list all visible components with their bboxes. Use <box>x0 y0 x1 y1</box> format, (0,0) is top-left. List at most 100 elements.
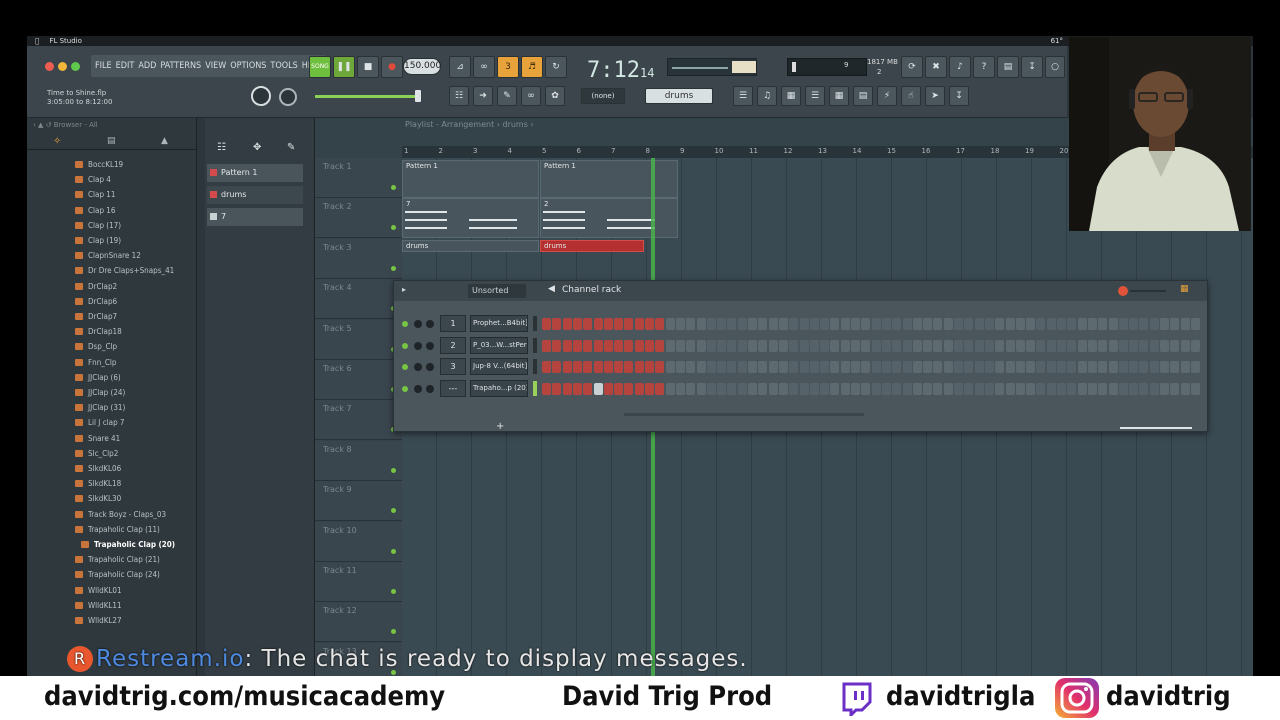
step-button[interactable] <box>727 318 737 330</box>
step-button[interactable] <box>902 382 912 395</box>
channel-select-indicator[interactable] <box>533 359 537 374</box>
channel-rack-resize-bar[interactable] <box>1120 427 1192 429</box>
step-button[interactable] <box>1036 382 1046 395</box>
step-button[interactable] <box>562 339 572 352</box>
step-button[interactable] <box>789 361 799 373</box>
step-button[interactable] <box>1170 382 1180 395</box>
step-button[interactable] <box>768 361 778 373</box>
step-button[interactable] <box>748 339 757 352</box>
channel-select-indicator[interactable] <box>533 380 537 396</box>
step-button[interactable] <box>1180 382 1190 395</box>
step-button[interactable] <box>1108 382 1118 395</box>
step-button[interactable] <box>799 318 809 330</box>
clip-pattern1[interactable]: Pattern 1 <box>402 160 539 198</box>
step-button[interactable] <box>686 318 696 330</box>
pause-button[interactable]: ❚❚ <box>333 56 355 78</box>
browser-item[interactable]: DrClap18 <box>75 327 122 337</box>
step-button[interactable] <box>1108 361 1118 373</box>
step-button[interactable] <box>1057 318 1066 330</box>
channel-volume-knob[interactable] <box>426 363 434 371</box>
step-button[interactable] <box>593 382 603 395</box>
minimize-window-button[interactable] <box>58 62 67 71</box>
step-button[interactable] <box>1118 382 1128 395</box>
channel-pan-knob[interactable] <box>414 363 422 371</box>
piano-roll-icon[interactable]: ☷ <box>449 86 469 106</box>
step-button[interactable] <box>1139 318 1149 330</box>
step-button[interactable] <box>593 361 603 373</box>
step-button[interactable] <box>943 382 953 395</box>
step-button[interactable] <box>964 382 974 395</box>
step-button[interactable] <box>1057 382 1066 395</box>
mixer-icon[interactable]: ☰ <box>805 86 825 106</box>
clip-7[interactable]: 7 <box>402 198 539 238</box>
step-button[interactable] <box>542 318 551 330</box>
tools-icon[interactable]: ✖ <box>925 56 947 78</box>
channel-rack-menu-icon[interactable]: ▸ <box>402 285 406 294</box>
step-button[interactable] <box>1087 361 1097 373</box>
step-button[interactable] <box>984 339 994 352</box>
channel-select-indicator[interactable] <box>533 316 537 331</box>
master-volume-knob[interactable] <box>251 86 271 106</box>
step-button[interactable] <box>851 361 860 373</box>
step-button[interactable] <box>778 339 788 352</box>
browser-item[interactable]: Snare 41 <box>75 434 120 444</box>
track-header[interactable]: Track 9 <box>315 481 402 522</box>
step-button[interactable] <box>675 318 685 330</box>
browser-item[interactable]: WlldKL11 <box>75 601 122 611</box>
step-button[interactable] <box>1067 318 1077 330</box>
snap-icon[interactable]: ✿ <box>545 86 565 106</box>
online-news-icon[interactable]: ⟳ <box>901 56 923 78</box>
step-button[interactable] <box>603 361 613 373</box>
step-button[interactable] <box>954 339 963 352</box>
track-header[interactable]: Track 4 <box>315 279 402 320</box>
step-button[interactable] <box>1098 382 1108 395</box>
step-button[interactable] <box>1046 318 1056 330</box>
step-button[interactable] <box>614 339 624 352</box>
channel-volume-knob[interactable] <box>426 320 434 328</box>
master-pitch-knob[interactable] <box>279 88 297 106</box>
step-button[interactable] <box>954 318 963 330</box>
step-button[interactable] <box>717 361 727 373</box>
step-button[interactable] <box>624 382 634 395</box>
step-button[interactable] <box>1046 361 1056 373</box>
step-button[interactable] <box>748 361 757 373</box>
countdown-button[interactable]: 3 <box>497 56 519 78</box>
step-button[interactable] <box>665 361 675 373</box>
browser-item[interactable]: Clap 4 <box>75 175 111 185</box>
step-button[interactable] <box>768 382 778 395</box>
step-button[interactable] <box>923 339 933 352</box>
step-button[interactable] <box>727 339 737 352</box>
step-button[interactable] <box>655 318 665 330</box>
step-button[interactable] <box>614 382 624 395</box>
graph-editor-icon[interactable]: ▦ <box>1180 284 1189 294</box>
step-button[interactable] <box>1036 361 1046 373</box>
step-button[interactable] <box>1129 382 1139 395</box>
step-button[interactable] <box>583 361 593 373</box>
track-header[interactable]: Track 5 <box>315 319 402 360</box>
step-button[interactable] <box>768 339 778 352</box>
playlist-icon[interactable]: ☰ <box>733 86 753 106</box>
channel-mute-led[interactable] <box>402 321 408 327</box>
channel-mixer-track[interactable]: 2 <box>440 336 466 354</box>
step-button[interactable] <box>995 361 1005 373</box>
track-mute-led[interactable] <box>391 467 396 473</box>
step-button[interactable] <box>820 361 830 373</box>
step-button[interactable] <box>624 361 634 373</box>
step-button[interactable] <box>634 361 644 373</box>
step-button[interactable] <box>984 361 994 373</box>
browser-speaker-icon[interactable]: ▲ <box>161 136 168 146</box>
browser-item[interactable]: Trapaholic Clap (20) <box>81 540 175 550</box>
close-window-button[interactable] <box>45 62 54 71</box>
master-level-handle[interactable] <box>415 90 421 102</box>
step-button[interactable] <box>583 318 593 330</box>
browser-item[interactable]: DrClap6 <box>75 297 117 307</box>
step-button[interactable] <box>1098 339 1108 352</box>
brush-icon[interactable]: ✎ <box>497 86 517 106</box>
track-mute-led[interactable] <box>391 548 396 554</box>
browser-files-icon[interactable]: ▤ <box>107 136 116 146</box>
step-button[interactable] <box>748 318 757 330</box>
loop-record-button[interactable]: ↻ <box>545 56 567 78</box>
step-button[interactable] <box>1190 361 1200 373</box>
step-button[interactable] <box>933 318 943 330</box>
step-button[interactable] <box>830 339 840 352</box>
